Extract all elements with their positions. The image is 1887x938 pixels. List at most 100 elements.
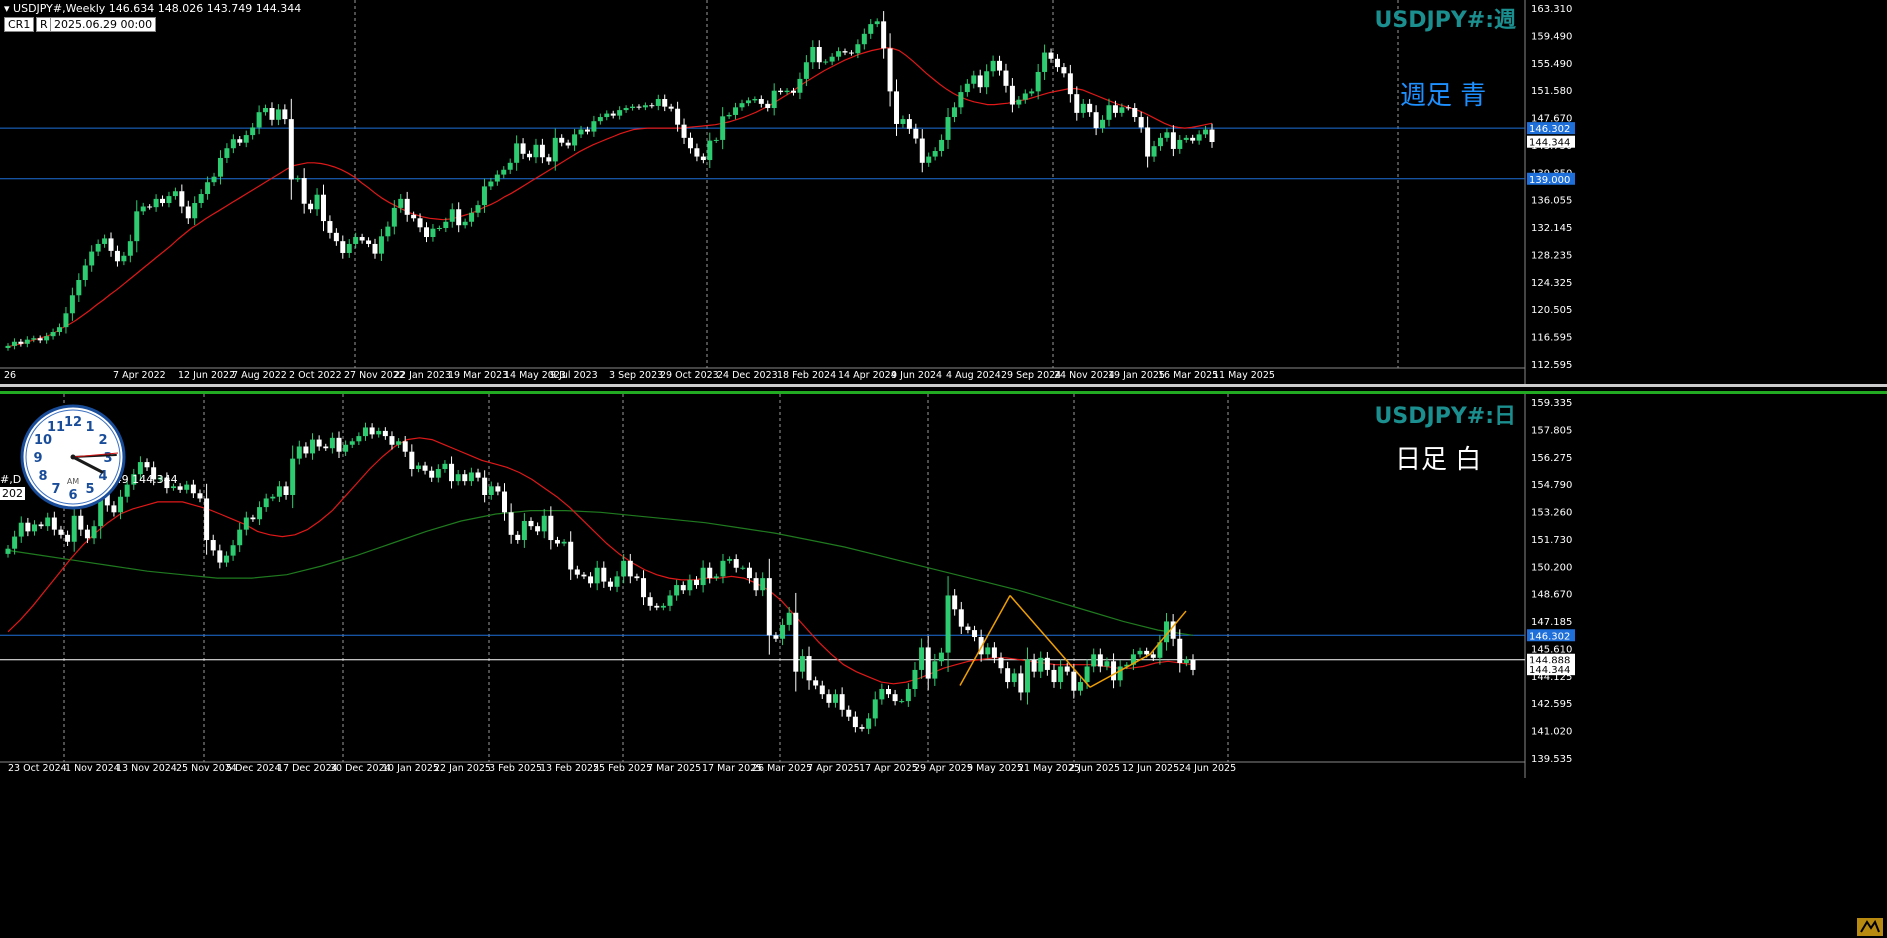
daily-candle <box>475 472 481 478</box>
weekly-candle <box>1035 71 1041 92</box>
daily-panel-title: USDJPY#:日 <box>1375 404 1516 429</box>
daily-candle <box>938 652 944 662</box>
weekly-candle <box>1016 99 1022 105</box>
weekly-candle <box>584 129 590 132</box>
daily-candle <box>793 612 799 672</box>
cr1-tab[interactable]: CR1 <box>4 17 35 32</box>
weekly-candle <box>1170 132 1176 149</box>
weekly-candle <box>707 140 713 161</box>
daily-candle <box>429 470 435 478</box>
daily-candle <box>1038 657 1044 672</box>
clock-widget[interactable]: 12 1 2 345 678 9 10 11 AM <box>20 404 126 510</box>
weekly-candle <box>836 51 842 57</box>
daily-red-ma-line <box>7 437 1194 685</box>
weekly-candle <box>687 137 693 149</box>
weekly-candle <box>514 143 520 163</box>
weekly-date-box: 2025.06.29 00:00 <box>50 17 157 32</box>
weekly-candle <box>333 232 339 242</box>
daily-candle <box>356 436 362 442</box>
daily-candle <box>680 585 686 591</box>
daily-candle <box>270 496 276 499</box>
daily-xtick-label: 29 Apr 2025 <box>914 763 973 774</box>
weekly-xtick-label: 9 Jul 2023 <box>550 370 598 381</box>
daily-candle <box>442 463 448 470</box>
daily-candle <box>819 685 825 695</box>
daily-candle <box>846 709 852 717</box>
daily-candle <box>230 545 236 556</box>
daily-candle <box>1044 657 1050 670</box>
daily-candle <box>998 657 1004 669</box>
weekly-candle <box>1074 94 1080 113</box>
weekly-candle <box>539 144 545 158</box>
weekly-candle <box>37 338 43 341</box>
weekly-candle <box>263 108 269 113</box>
weekly-candle <box>784 90 790 93</box>
weekly-header: ▾ USDJPY#,Weekly 146.634 148.026 143.749… <box>4 2 301 15</box>
daily-candle <box>932 661 938 679</box>
svg-text:2: 2 <box>98 433 107 448</box>
svg-text:10: 10 <box>34 433 52 448</box>
weekly-candle <box>713 139 719 141</box>
daily-candle <box>985 647 991 655</box>
weekly-candle <box>1029 91 1035 94</box>
daily-candle <box>548 515 554 541</box>
weekly-ytick-label: 155.490 <box>1531 59 1572 70</box>
weekly-candle <box>320 194 326 222</box>
daily-candle <box>296 446 302 459</box>
weekly-candle <box>24 339 30 344</box>
weekly-candle <box>250 127 256 136</box>
weekly-candle <box>391 207 397 227</box>
weekly-candle <box>57 327 63 333</box>
daily-candle <box>554 540 560 544</box>
daily-candle <box>462 474 468 482</box>
daily-candle <box>171 486 177 489</box>
weekly-candle <box>1203 129 1209 135</box>
weekly-candle <box>507 162 513 170</box>
daily-xtick-label: 13 Nov 2024 <box>116 763 177 774</box>
daily-candle <box>290 458 296 495</box>
daily-candle <box>700 567 706 586</box>
daily-candle <box>449 463 455 482</box>
daily-candle <box>634 576 640 579</box>
weekly-candle <box>102 238 108 244</box>
weekly-candle <box>1151 146 1157 157</box>
mt-logo-icon <box>1857 918 1883 936</box>
weekly-candle <box>926 156 932 163</box>
daily-candle <box>336 437 342 452</box>
daily-candle <box>389 436 395 445</box>
daily-candle <box>78 515 84 530</box>
daily-xtick-label: 22 Jan 2025 <box>434 763 491 774</box>
weekly-candle <box>346 243 352 253</box>
weekly-candle <box>546 157 552 162</box>
weekly-candle <box>1157 137 1163 147</box>
weekly-candle <box>256 112 262 128</box>
weekly-candle <box>1196 134 1202 141</box>
chart-root: 163.310159.490155.490151.580147.670143.7… <box>0 0 1887 778</box>
weekly-candle <box>1209 129 1215 143</box>
daily-candle <box>217 550 223 563</box>
daily-xtick-label: 10 Jan 2025 <box>382 763 439 774</box>
daily-xtick-label: 5 Dec 2024 <box>226 763 281 774</box>
svg-text:5: 5 <box>85 482 94 497</box>
daily-candle <box>310 439 316 454</box>
weekly-ytick-label: 112.595 <box>1531 360 1572 371</box>
weekly-candle <box>217 157 223 177</box>
daily-candle <box>1018 673 1024 693</box>
svg-text:8: 8 <box>38 469 47 484</box>
weekly-ytick-label: 151.580 <box>1531 86 1572 97</box>
daily-ytick-label: 141.020 <box>1531 727 1572 738</box>
daily-ytick-label: 159.335 <box>1531 398 1572 409</box>
weekly-candle <box>1119 107 1125 113</box>
daily-candle <box>647 597 653 606</box>
weekly-candle <box>63 313 69 328</box>
daily-candle <box>1117 666 1123 681</box>
weekly-candle <box>18 341 24 344</box>
daily-candle <box>223 555 229 563</box>
daily-xtick-label: 1 Nov 2024 <box>65 763 120 774</box>
weekly-candle <box>160 198 166 204</box>
svg-text:AM: AM <box>67 477 79 486</box>
daily-candle <box>1071 671 1077 691</box>
daily-candle <box>991 647 997 658</box>
daily-candle <box>925 647 931 679</box>
weekly-candle <box>642 105 648 108</box>
